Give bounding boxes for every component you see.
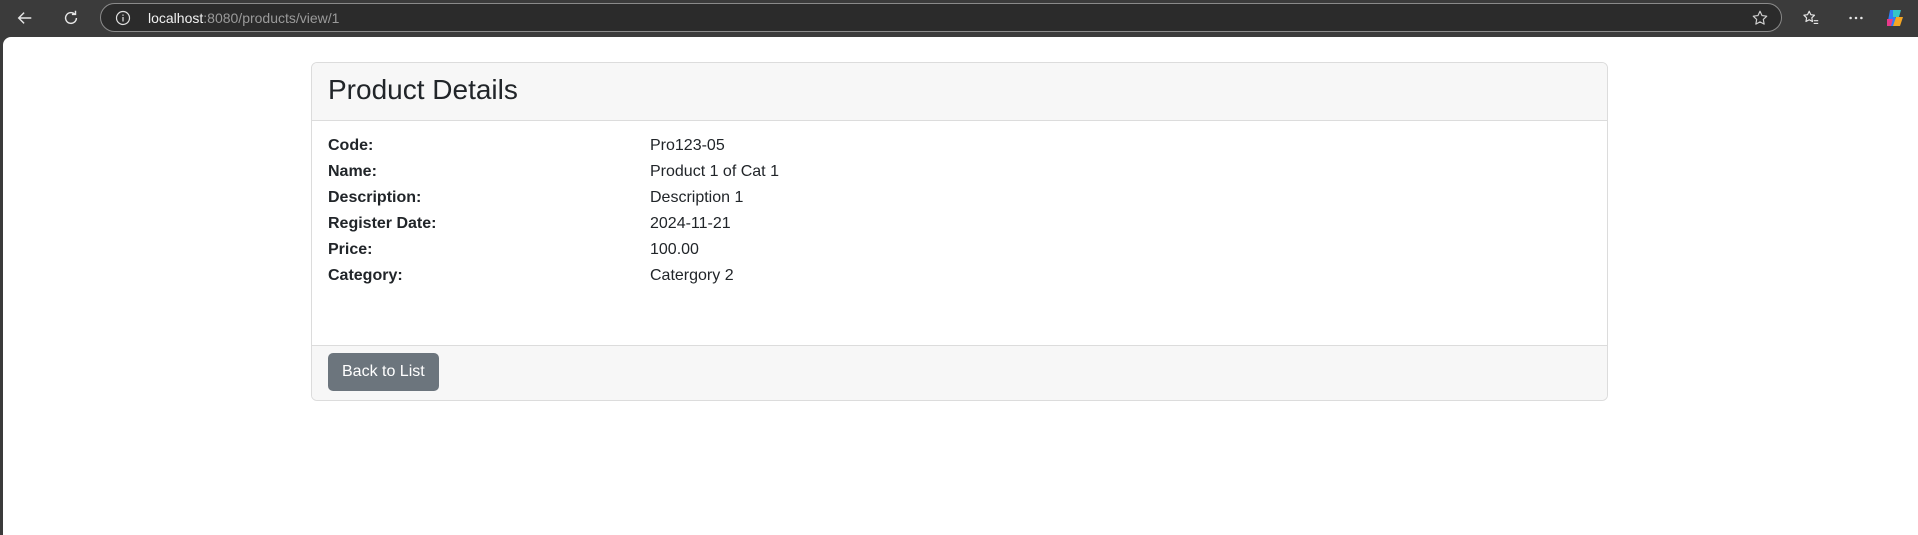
url-text[interactable]: localhost:8080/products/view/1 (148, 10, 339, 26)
detail-value: 2024-11-21 (650, 215, 731, 232)
back-to-list-button[interactable]: Back to List (328, 353, 439, 391)
card-footer: Back to List (312, 345, 1607, 400)
copilot-icon[interactable] (1884, 7, 1906, 29)
back-arrow-icon[interactable] (9, 4, 41, 32)
url-host: localhost (148, 10, 204, 26)
page-viewport: Product Details Code: Pro123-05 Name: Pr… (3, 37, 1918, 535)
page-title: Product Details (328, 74, 518, 105)
detail-row-price: Price: 100.00 (328, 241, 1588, 263)
card-body: Code: Pro123-05 Name: Product 1 of Cat 1… (312, 121, 1607, 345)
detail-value: Description 1 (650, 189, 744, 206)
detail-label: Category: (328, 267, 403, 284)
detail-value: Pro123-05 (650, 137, 725, 154)
detail-value: Product 1 of Cat 1 (650, 163, 779, 180)
address-bar[interactable]: localhost:8080/products/view/1 (100, 3, 1782, 32)
refresh-icon[interactable] (55, 4, 87, 32)
favorites-icon[interactable] (1795, 4, 1827, 32)
product-details-card: Product Details Code: Pro123-05 Name: Pr… (311, 62, 1608, 401)
detail-row-register-date: Register Date: 2024-11-21 (328, 215, 1588, 237)
detail-value: Catergory 2 (650, 267, 734, 284)
detail-row-name: Name: Product 1 of Cat 1 (328, 163, 1588, 185)
browser-toolbar: localhost:8080/products/view/1 (0, 0, 1918, 36)
detail-label: Description: (328, 189, 422, 206)
detail-row-code: Code: Pro123-05 (328, 137, 1588, 159)
detail-value: 100.00 (650, 241, 699, 258)
detail-label: Register Date: (328, 215, 437, 232)
detail-row-category: Category: Catergory 2 (328, 267, 1588, 289)
more-options-icon[interactable] (1840, 4, 1872, 32)
url-path: :8080/products/view/1 (203, 10, 340, 26)
detail-row-description: Description: Description 1 (328, 189, 1588, 211)
favorite-star-icon[interactable] (1751, 9, 1769, 27)
detail-label: Name: (328, 163, 377, 180)
card-header: Product Details (312, 63, 1607, 121)
info-icon[interactable] (115, 10, 131, 26)
detail-label: Price: (328, 241, 373, 258)
detail-label: Code: (328, 137, 374, 154)
